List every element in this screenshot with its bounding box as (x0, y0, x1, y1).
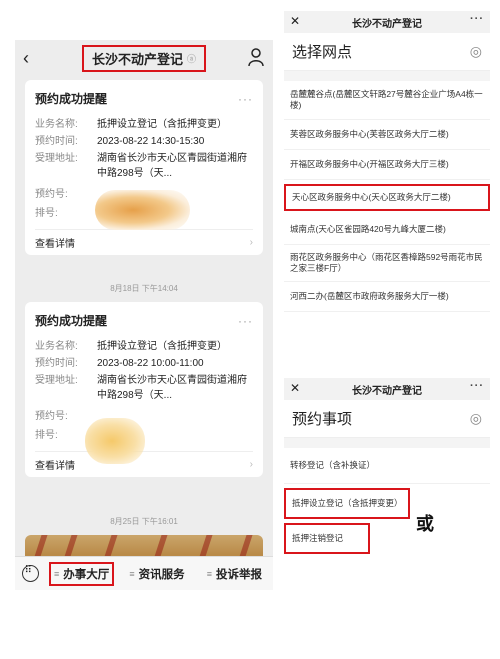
verified-icon: ⓐ (187, 53, 197, 64)
more-icon[interactable]: ··· (470, 13, 484, 25)
row-key: 受理地址: (35, 375, 78, 386)
view-details-link[interactable]: 查看详情 › (35, 451, 253, 477)
appointment-card[interactable]: 预约成功提醒 ··· 业务名称: 抵押设立登记（含抵押变更） 预约时间: 2023-… (25, 302, 263, 477)
keyboard-toggle[interactable] (15, 565, 45, 582)
service-option[interactable]: 转移登记（含补换证） (284, 448, 490, 484)
menu-icon: ≡ (54, 568, 60, 579)
close-icon[interactable]: ✕ (290, 14, 300, 28)
timestamp: 8月18日 下午14:04 (110, 284, 178, 293)
select-branch-panel: ✕ 长沙不动产登记 ··· 选择网点 ◎ 岳麓麓谷点(岳麓区文轩路27号麓谷企业… (284, 11, 490, 312)
panel-header: ✕ 长沙不动产登记 ··· (284, 378, 490, 400)
card-title: 预约成功提醒 (35, 92, 108, 106)
row-value: 湖南省长沙市天心区青园街道湘府中路298号（天... (97, 153, 247, 179)
divider (284, 71, 490, 81)
menu-item-complaint[interactable]: ≡ 投诉举报 (196, 566, 273, 582)
menu-item-office-hall[interactable]: ≡ 办事大厅 (49, 561, 115, 586)
panel-title: 预约事项 ◎ (284, 400, 490, 438)
menu-item-label: 办事大厅 (63, 568, 110, 581)
info-row: 业务名称: 抵押设立登记（含抵押变更） (35, 117, 253, 132)
nav-bar: ‹ 长沙不动产登记 ⓐ (15, 40, 273, 76)
row-value: 抵押设立登记（含抵押变更） (97, 341, 227, 352)
info-row: 受理地址: 湖南省长沙市天心区青园街道湘府中路298号（天... (35, 373, 253, 403)
or-label: 或 (416, 514, 434, 534)
card-header: 预约成功提醒 ··· (35, 90, 253, 107)
chat-screen: ‹ 长沙不动产登记 ⓐ 预约成功提醒 ··· 业务名称: 抵押设立登记（含抵押变更… (15, 40, 273, 590)
row-value: 2023-08-22 14:30-15:30 (97, 136, 205, 147)
row-key: 业务名称: (35, 341, 78, 352)
panel-title: 选择网点 ◎ (284, 33, 490, 71)
branch-option[interactable]: 城南点(天心区雀园路420号九峰大厦二楼) (284, 215, 490, 245)
panel-header-title: 长沙不动产登记 (352, 18, 422, 30)
row-key: 预约时间: (35, 358, 78, 369)
panel-header: ✕ 长沙不动产登记 ··· (284, 11, 490, 33)
card-header: 预约成功提醒 ··· (35, 312, 253, 329)
branch-option-selected[interactable]: 天心区政务服务中心(天心区政务大厅二楼) (284, 184, 490, 211)
info-row: 预约时间: 2023-08-22 14:30-15:30 (35, 134, 253, 149)
branch-option[interactable]: 河西二办(岳麓区市政府政务服务大厅一楼) (284, 282, 490, 312)
view-details-label: 查看详情 (35, 461, 75, 472)
row-key: 业务名称: (35, 119, 78, 130)
row-value: 湖南省长沙市天心区青园街道湘府中路298号（天... (97, 375, 247, 401)
view-details-label: 查看详情 (35, 239, 75, 250)
branch-option[interactable]: 岳麓麓谷点(岳麓区文轩路27号麓谷企业广场A4栋一楼) (284, 81, 490, 120)
menu-item-label: 资讯服务 (138, 568, 185, 581)
service-option-highlighted[interactable]: 抵押设立登记（含抵押变更） (284, 488, 410, 519)
row-key: 预约时间: (35, 136, 78, 147)
account-title: 长沙不动产登记 ⓐ (81, 44, 207, 72)
bottom-menu-bar: ≡ 办事大厅 ≡ 资讯服务 ≡ 投诉举报 (15, 556, 273, 590)
row-key: 预约号: (35, 189, 68, 200)
more-icon[interactable]: ··· (470, 380, 484, 392)
branch-option[interactable]: 开福区政务服务中心(开福区政务大厅三楼) (284, 150, 490, 180)
menu-item-label: 投诉举报 (215, 568, 262, 581)
appointment-card[interactable]: 预约成功提醒 ··· 业务名称: 抵押设立登记（含抵押变更） 预约时间: 2023-… (25, 80, 263, 255)
row-key: 受理地址: (35, 153, 78, 164)
panel-title-text: 选择网点 (292, 44, 353, 61)
card-title: 预约成功提醒 (35, 314, 108, 328)
close-icon[interactable]: ✕ (290, 381, 300, 395)
menu-icon: ≡ (206, 568, 212, 579)
select-service-panel: ✕ 长沙不动产登记 ··· 预约事项 ◎ 转移登记（含补换证） 抵押设立登记（含… (284, 378, 490, 558)
chevron-right-icon: › (249, 459, 253, 470)
branch-option[interactable]: 芙蓉区政务服务中心(芙蓉区政务大厅二楼) (284, 120, 490, 150)
row-value: 抵押设立登记（含抵押变更） (97, 119, 227, 130)
row-key: 预约号: (35, 411, 68, 422)
row-key: 排号: (35, 208, 58, 219)
panel-header-title: 长沙不动产登记 (352, 385, 422, 397)
keyboard-icon (21, 565, 39, 582)
panel-title-text: 预约事项 (292, 411, 353, 428)
settings-icon[interactable]: ◎ (470, 43, 482, 60)
row-value: 2023-08-22 10:00-11:00 (97, 358, 204, 369)
view-details-link[interactable]: 查看详情 › (35, 229, 253, 255)
timestamp: 8月25日 下午16:01 (110, 517, 178, 526)
back-arrow-icon[interactable]: ‹ (23, 48, 29, 69)
chevron-right-icon: › (249, 237, 253, 248)
info-row: 业务名称: 抵押设立登记（含抵押变更） (35, 339, 253, 354)
more-icon[interactable]: ··· (238, 92, 253, 106)
info-row: 预约号: (35, 409, 253, 424)
info-row: 受理地址: 湖南省长沙市天心区青园街道湘府中路298号（天... (35, 151, 253, 181)
redaction-sticker (85, 418, 145, 464)
info-row: 预约时间: 2023-08-22 10:00-11:00 (35, 356, 253, 371)
redaction-sticker (95, 190, 190, 230)
divider (284, 438, 490, 448)
settings-icon[interactable]: ◎ (470, 410, 482, 427)
service-option-highlighted[interactable]: 抵押注销登记 (284, 523, 370, 554)
account-title-text: 长沙不动产登记 (91, 51, 183, 67)
branch-option[interactable]: 雨花区政务服务中心（雨花区香樟路592号雨花市民之家三楼F厅） (284, 245, 490, 282)
menu-item-news[interactable]: ≡ 资讯服务 (118, 566, 195, 582)
menu-icon: ≡ (129, 568, 135, 579)
profile-icon[interactable] (247, 47, 265, 67)
more-icon[interactable]: ··· (238, 314, 253, 328)
